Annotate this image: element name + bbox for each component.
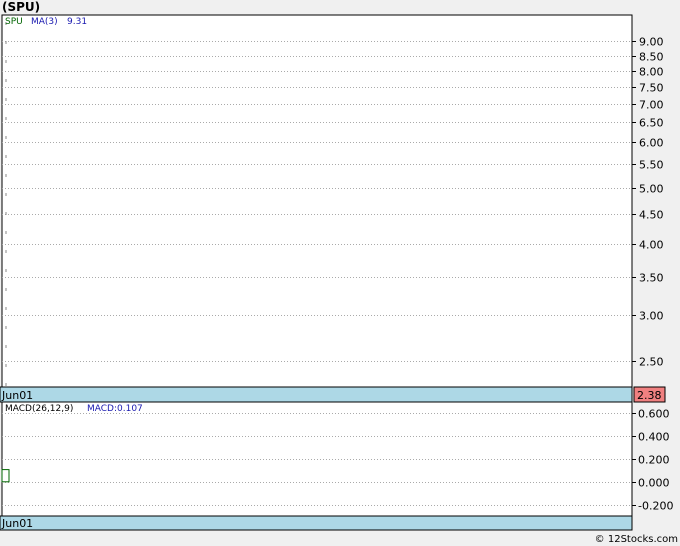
price-tick-label: 6.50 (639, 117, 664, 130)
price-tick-label: 8.50 (639, 51, 664, 64)
macd-date-label: Jun01 (1, 517, 33, 530)
macd-tick-label: -0.200 (638, 500, 673, 513)
macd-tick-label: 0.200 (638, 454, 670, 467)
legend-macd-params: MACD(26,12,9) (5, 404, 73, 414)
price-plot-area (1, 14, 633, 388)
macd-axis-ticks: 0.600 0.400 0.200 0.000 -0.200 (632, 408, 673, 513)
price-tick-label: 8.00 (639, 66, 664, 79)
last-price-value: 2.38 (637, 389, 662, 402)
legend-symbol: SPU (5, 17, 23, 27)
price-tick-label: 3.50 (639, 272, 664, 285)
stock-chart: 9.00 8.50 8.00 7.50 7.00 6.50 6.00 5.50 5.00 4.50… (0, 14, 678, 545)
price-tick-label: 6.00 (639, 137, 664, 150)
price-tick-label: 5.00 (639, 183, 664, 196)
price-date-label: Jun01 (1, 389, 33, 402)
price-tick-label: 4.50 (639, 209, 664, 222)
macd-tick-label: 0.400 (638, 431, 670, 444)
price-tick-label: 9.00 (639, 36, 664, 49)
legend-ma-value: 9.31 (67, 17, 87, 27)
price-tick-label: 4.00 (639, 239, 664, 252)
price-tick-label: 5.50 (639, 159, 664, 172)
macd-tick-label: 0.000 (638, 477, 670, 490)
copyright-footer: © 12Stocks.com (595, 534, 678, 545)
macd-tick-label: 0.600 (638, 408, 670, 421)
price-axis-ticks: 9.00 8.50 8.00 7.50 7.00 6.50 6.00 5.50 5.00 4.50… (632, 36, 664, 369)
macd-date-bar (0, 515, 633, 531)
price-tick-label: 2.50 (639, 356, 664, 369)
legend-ma-label: MA(3) (31, 17, 58, 27)
price-tick-label: 7.50 (639, 82, 664, 95)
price-tick-label: 3.00 (639, 310, 664, 323)
price-date-bar (0, 386, 633, 403)
price-tick-label: 7.00 (639, 99, 664, 112)
legend-macd-value: MACD:0.107 (87, 404, 143, 414)
